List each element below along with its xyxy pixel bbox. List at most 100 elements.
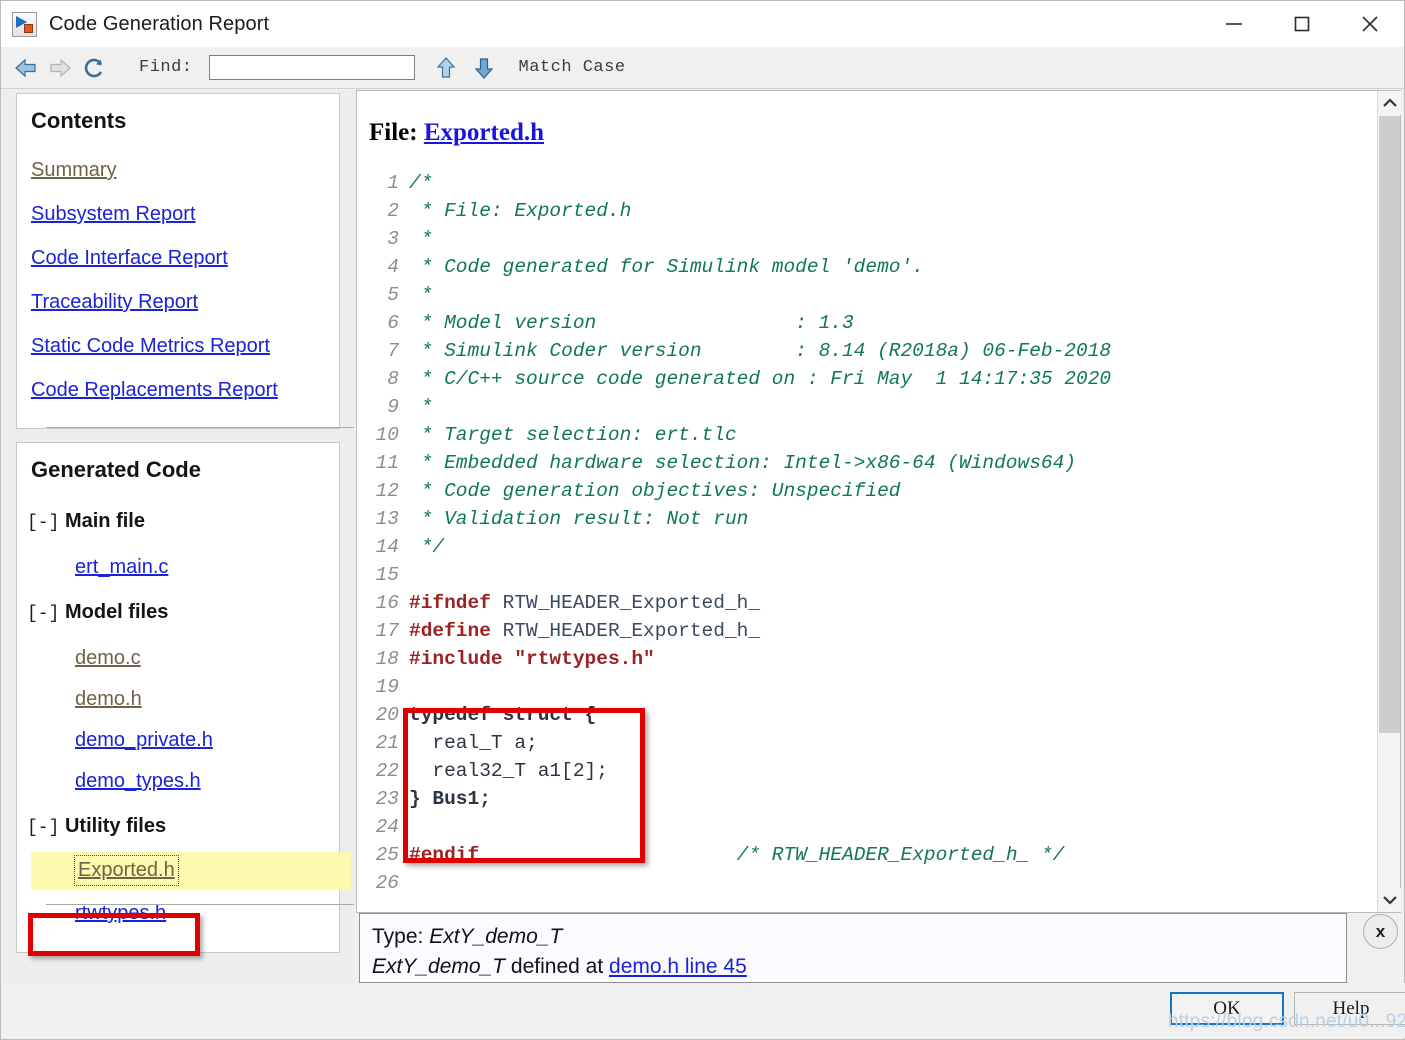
tree-file-demo-h[interactable]: demo.h [17,679,339,720]
sidebar-item-subsystem-report[interactable]: Subsystem Report [17,192,339,236]
sidebar-item-code-interface-report[interactable]: Code Interface Report [17,236,339,280]
minimize-button[interactable] [1200,1,1268,47]
tree-file-rtwtypes-h[interactable]: rtwtypes.h [17,893,339,934]
code-line-text: * Embedded hardware selection: Intel->x8… [409,449,1076,477]
line-number: 4 [387,256,399,278]
generated-code-panel: Generated Code [-] Main file ert_main.c … [2,442,354,953]
code-token: RTW_HEADER_Exported_h_ [490,592,761,614]
tree-file-exported-h[interactable]: Exported.h [74,855,179,886]
back-button[interactable] [9,53,43,83]
file-heading-prefix: File: [369,119,418,146]
code-line: 4 * Code generated for Simulink model 'd… [357,253,1376,281]
find-next-button[interactable] [467,53,501,83]
sidebar-item-static-code-metrics-report[interactable]: Static Code Metrics Report [17,324,339,368]
code-line-text: * [409,393,433,421]
code-line: 21 real_T a; [357,729,1376,757]
chevron-down-icon [1382,896,1397,905]
code-line: 13 * Validation result: Not run [357,505,1376,533]
code-line: 2 * File: Exported.h [357,197,1376,225]
scroll-down-button[interactable] [1378,888,1401,912]
code-line-text: * Model version : 1.3 [409,309,854,337]
code-line-text: */ [409,533,444,561]
scrollbar-thumb[interactable] [1379,116,1400,733]
toolbar: Find: Match Case [1,47,1404,89]
line-number: 13 [375,508,399,530]
code-line-text: #ifndef RTW_HEADER_Exported_h_ [409,589,760,617]
collapse-toggle-icon[interactable]: [-] [27,604,59,624]
line-number: 11 [375,452,399,474]
code-line: 8 * C/C++ source code generated on : Fri… [357,365,1376,393]
type-info-defined-at: defined at [510,955,604,978]
footer-bar: OK Help [2,983,1405,1038]
code-line: 22 real32_T a1[2]; [357,757,1376,785]
code-token: #define [409,620,491,642]
line-number: 22 [375,760,399,782]
tree-group-utility-files[interactable]: [-] Utility files [17,802,339,852]
code-line: 10 * Target selection: ert.tlc [357,421,1376,449]
tree-file-ert-main-c[interactable]: ert_main.c [17,547,339,588]
line-number: 2 [387,200,399,222]
line-number: 24 [375,816,399,838]
sidebar-divider-top [46,427,354,428]
code-line: 9 * [357,393,1376,421]
code-line: 23} Bus1; [357,785,1376,813]
tree-group-main-file[interactable]: [-] Main file [17,497,339,547]
sidebar-item-summary[interactable]: Summary [17,148,339,192]
code-token: /* RTW_HEADER_Exported_h_ */ [736,844,1065,866]
line-number: 14 [375,536,399,558]
scroll-up-button[interactable] [1378,91,1401,115]
maximize-button[interactable] [1268,1,1336,47]
tree-group-model-files[interactable]: [-] Model files [17,588,339,638]
code-line-text: * [409,281,433,309]
line-number: 3 [387,228,399,250]
code-line-text: * File: Exported.h [409,197,632,225]
tree-file-demo-c[interactable]: demo.c [17,638,339,679]
line-number: 19 [375,676,399,698]
code-line-text: * Validation result: Not run [409,505,749,533]
code-line-text: * Code generated for Simulink model 'dem… [409,253,924,281]
help-button[interactable]: Help [1294,992,1405,1025]
code-token: * Embedded hardware selection: Intel->x8… [409,452,1077,474]
arrow-up-icon [436,56,455,78]
search-input[interactable] [208,55,415,80]
tree-file-demo-private-h[interactable]: demo_private.h [17,720,339,761]
back-arrow-icon [15,58,36,77]
collapse-toggle-icon[interactable]: [-] [27,513,59,533]
find-previous-button[interactable] [429,53,463,83]
sidebar-item-code-replacements-report[interactable]: Code Replacements Report [17,368,339,412]
type-info-line-2: ExtY_demo_T defined at demo.h line 45 [372,952,1334,982]
code-token: */ [409,536,445,558]
arrow-down-icon [474,57,493,79]
match-case-label[interactable]: Match Case [519,58,626,77]
code-line-text: * Target selection: ert.tlc [409,421,737,449]
collapse-toggle-icon[interactable]: [-] [27,818,59,838]
maximize-icon [1294,16,1310,32]
tree-group-label: Model files [64,601,169,623]
file-heading-link[interactable]: Exported.h [424,119,544,146]
line-number: 16 [375,592,399,614]
code-listing[interactable]: 1/* 2 * File: Exported.h 3 * 4 * Code gener… [357,169,1376,897]
tree-file-demo-types-h[interactable]: demo_types.h [17,761,339,802]
refresh-button[interactable] [77,53,111,83]
ok-button[interactable]: OK [1170,992,1284,1025]
code-line: 17 #define RTW_HEADER_Exported_h_ [357,617,1376,645]
tree-group-label: Main file [64,510,145,532]
close-info-panel-button[interactable]: x [1363,914,1398,949]
type-info-definition-link[interactable]: demo.h line 45 [609,955,747,978]
title-bar: Code Generation Report [1,1,1404,47]
refresh-icon [84,58,103,77]
sidebar-item-traceability-report[interactable]: Traceability Report [17,280,339,324]
code-token: "rtwtypes.h" [502,648,655,670]
code-line: 12 * Code generation objectives: Unspeci… [357,477,1376,505]
vertical-scrollbar[interactable] [1377,91,1401,912]
code-line: 20 typedef struct { [357,701,1376,729]
code-token: /* [409,172,433,194]
window-title: Code Generation Report [49,12,270,35]
code-line-text: * C/C++ source code generated on : Fri M… [409,365,1111,393]
forward-button [43,53,77,83]
contents-panel-title: Contents [31,108,127,133]
code-line-text: * Code generation objectives: Unspecifie… [409,477,901,505]
code-token: * Target selection: ert.tlc [409,424,737,446]
close-button[interactable] [1336,1,1404,47]
line-number: 10 [375,424,399,446]
